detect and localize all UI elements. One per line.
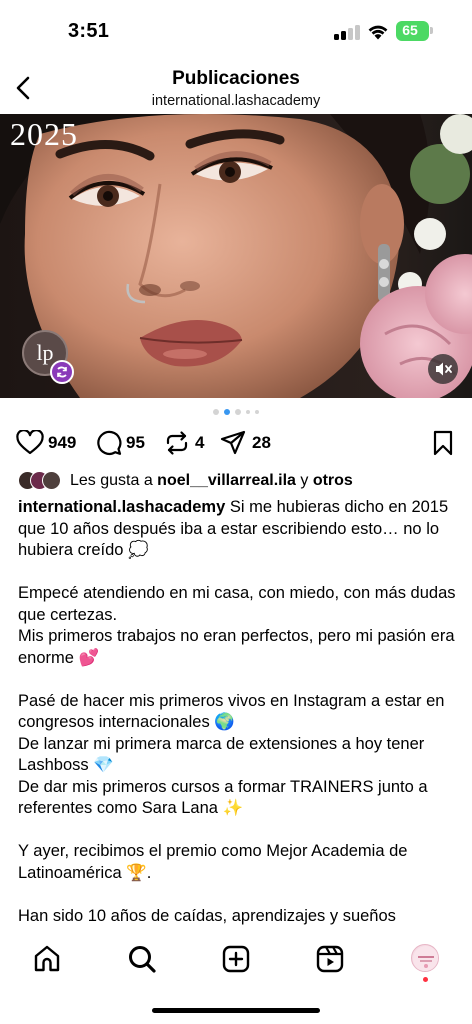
mute-button[interactable] bbox=[428, 354, 458, 384]
notification-dot bbox=[423, 977, 428, 982]
battery-cap bbox=[430, 27, 433, 34]
status-bar: 3:51 65 bbox=[0, 0, 472, 60]
wifi-icon bbox=[368, 25, 388, 40]
share-button[interactable]: 28 bbox=[220, 428, 280, 458]
create-icon[interactable] bbox=[221, 944, 251, 974]
carousel-dot-active bbox=[224, 409, 230, 415]
share-count: 28 bbox=[252, 433, 271, 452]
reels-icon[interactable] bbox=[315, 944, 345, 974]
home-indicator bbox=[152, 1008, 320, 1013]
post-caption: international.lashacademy Si me hubieras… bbox=[18, 497, 458, 932]
caption-line: Pasé de hacer mis primeros vivos en Inst… bbox=[18, 691, 445, 732]
comment-icon bbox=[97, 430, 122, 455]
speaker-muted-icon bbox=[436, 362, 452, 376]
page-title: Publicaciones bbox=[172, 68, 300, 89]
liked-by-row[interactable]: Les gusta a noel__villarreal.ila y otros bbox=[18, 470, 458, 492]
caption-line: De lanzar mi primera marca de extensione… bbox=[18, 734, 425, 775]
liked-by-others[interactable]: otros bbox=[313, 472, 353, 489]
search-icon[interactable] bbox=[127, 944, 157, 974]
carousel-dot bbox=[246, 410, 250, 414]
repost-badge-icon bbox=[50, 360, 74, 384]
caption-line: Mis primeros trabajos no eran perfectos,… bbox=[18, 627, 455, 667]
status-time: 3:51 bbox=[68, 20, 110, 42]
comment-count: 95 bbox=[126, 433, 145, 452]
like-count: 949 bbox=[48, 433, 77, 452]
profile-avatar[interactable] bbox=[411, 944, 439, 972]
liked-by-text: Les gusta a noel__villarreal.ila y otros bbox=[70, 472, 353, 490]
account-username[interactable]: international.lashacademy bbox=[0, 93, 472, 109]
liked-by-middle: y bbox=[295, 472, 313, 489]
caption-paragraphs: Empecé atendiendo en mi casa, con miedo,… bbox=[18, 562, 458, 928]
home-icon[interactable] bbox=[32, 944, 62, 974]
caption-first-paragraph: international.lashacademy Si me hubieras… bbox=[18, 497, 458, 562]
comment-button[interactable]: 95 bbox=[96, 428, 156, 458]
battery-level: 65 bbox=[402, 22, 418, 38]
bookmark-icon[interactable] bbox=[432, 430, 454, 456]
caption-line: Y ayer, recibimos el premio como Mejor A… bbox=[18, 842, 408, 882]
avatar bbox=[42, 471, 61, 490]
carousel-dot bbox=[255, 410, 259, 414]
post-image[interactable]: 2025 lp bbox=[0, 114, 472, 398]
liked-by-prefix: Les gusta a bbox=[70, 472, 158, 489]
send-icon bbox=[220, 430, 246, 455]
carousel-indicator bbox=[0, 409, 472, 417]
caption-line: Han sido 10 años de caídas, aprendizajes… bbox=[18, 906, 396, 925]
header: Publicaciones international.lashacademy bbox=[0, 62, 472, 112]
post-actions: 949 95 4 28 bbox=[0, 428, 472, 458]
repost-button[interactable]: 4 bbox=[164, 428, 214, 458]
like-button[interactable]: 949 bbox=[16, 428, 86, 458]
carousel-dot bbox=[213, 409, 219, 415]
cellular-signal-icon bbox=[334, 24, 360, 40]
heart-icon bbox=[16, 430, 44, 455]
battery-icon: 65 bbox=[396, 21, 429, 41]
post-photo bbox=[0, 114, 472, 398]
repost-icon bbox=[166, 431, 188, 455]
caption-username[interactable]: international.lashacademy bbox=[18, 498, 225, 516]
liker-avatars bbox=[18, 471, 68, 491]
repost-count: 4 bbox=[195, 433, 205, 452]
profile-avatar-image bbox=[413, 946, 438, 971]
liked-by-user[interactable]: noel__villarreal.ila bbox=[157, 472, 296, 489]
image-overlay-text: 2025 bbox=[10, 116, 78, 152]
caption-line: De dar mis primeros cursos a formar TRAI… bbox=[18, 777, 428, 818]
caption-line: Empecé atendiendo en mi casa, con miedo,… bbox=[18, 584, 456, 624]
carousel-dot bbox=[235, 409, 241, 415]
